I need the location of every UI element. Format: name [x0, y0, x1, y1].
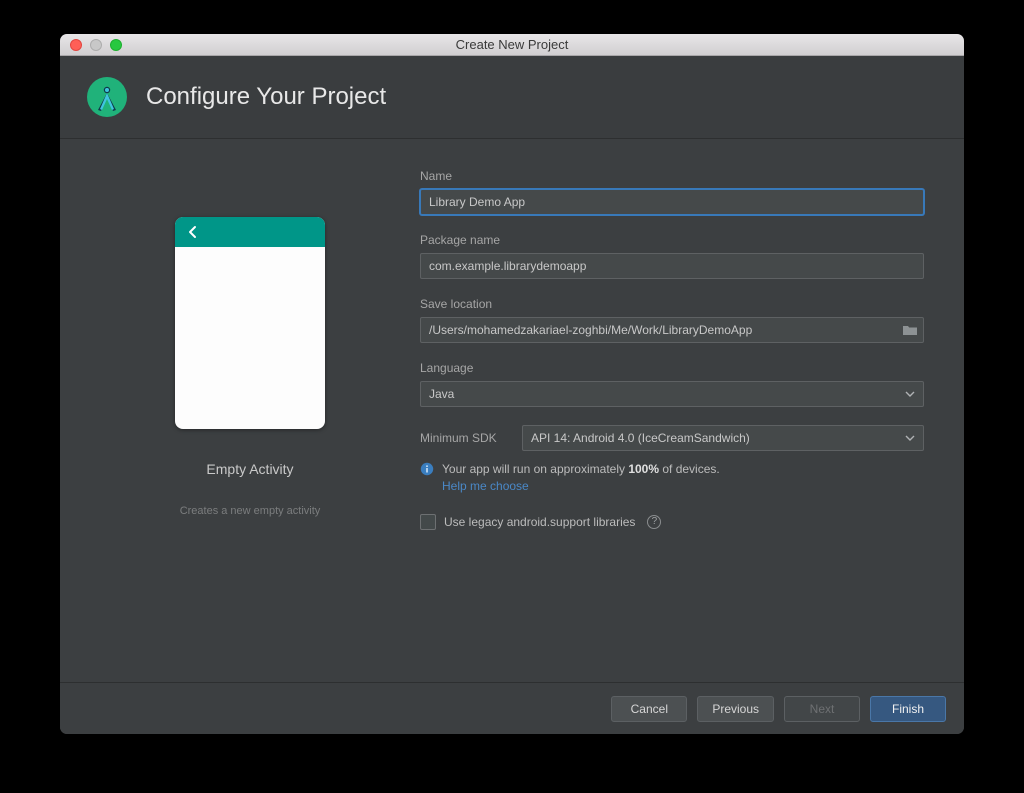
min-sdk-label: Minimum SDK: [420, 431, 510, 445]
legacy-checkbox[interactable]: [420, 514, 436, 530]
browse-folder-button[interactable]: [900, 321, 920, 339]
chevron-down-icon: [905, 435, 915, 441]
page-title: Configure Your Project: [146, 83, 386, 111]
location-label: Save location: [420, 297, 924, 311]
name-input[interactable]: [420, 189, 924, 215]
min-sdk-value: API 14: Android 4.0 (IceCreamSandwich): [531, 431, 750, 445]
legacy-help-icon[interactable]: ?: [647, 515, 661, 529]
package-label: Package name: [420, 233, 924, 247]
close-window-button[interactable]: [70, 39, 82, 51]
titlebar: Create New Project: [60, 34, 964, 56]
field-location: Save location: [420, 297, 924, 343]
field-legacy: Use legacy android.support libraries ?: [420, 514, 924, 530]
folder-icon: [902, 323, 918, 337]
help-me-choose-link[interactable]: Help me choose: [442, 479, 529, 493]
info-prefix: Your app will run on approximately: [442, 462, 628, 476]
dialog-body: Empty Activity Creates a new empty activ…: [60, 139, 964, 682]
min-sdk-select[interactable]: API 14: Android 4.0 (IceCreamSandwich): [522, 425, 924, 451]
form-column: Name Package name Save location: [420, 169, 924, 672]
android-studio-logo-icon: [86, 76, 128, 118]
back-arrow-icon: [185, 224, 201, 240]
language-select[interactable]: Java: [420, 381, 924, 407]
location-input[interactable]: [420, 317, 924, 343]
previous-button[interactable]: Previous: [697, 696, 774, 722]
legacy-label: Use legacy android.support libraries: [444, 515, 635, 529]
min-sdk-info: Your app will run on approximately 100% …: [420, 461, 924, 496]
name-label: Name: [420, 169, 924, 183]
dialog-footer: Cancel Previous Next Finish: [60, 682, 964, 734]
field-name: Name: [420, 169, 924, 215]
next-button: Next: [784, 696, 860, 722]
finish-button[interactable]: Finish: [870, 696, 946, 722]
language-label: Language: [420, 361, 924, 375]
chevron-down-icon: [905, 391, 915, 397]
info-suffix: of devices.: [659, 462, 720, 476]
dialog-window: Create New Project Configure Your Projec…: [60, 34, 964, 734]
package-input[interactable]: [420, 253, 924, 279]
cancel-button[interactable]: Cancel: [611, 696, 687, 722]
info-icon: [420, 462, 434, 479]
zoom-window-button[interactable]: [110, 39, 122, 51]
template-description: Creates a new empty activity: [180, 505, 321, 517]
template-preview: [175, 217, 325, 429]
language-value: Java: [429, 387, 454, 401]
traffic-lights: [60, 39, 122, 51]
window-title: Create New Project: [60, 37, 964, 52]
template-name: Empty Activity: [206, 461, 293, 477]
minimize-window-button[interactable]: [90, 39, 102, 51]
field-min-sdk: Minimum SDK API 14: Android 4.0 (IceCrea…: [420, 425, 924, 451]
template-preview-column: Empty Activity Creates a new empty activ…: [100, 169, 400, 672]
field-language: Language Java: [420, 361, 924, 407]
dialog-header: Configure Your Project: [60, 56, 964, 139]
preview-appbar: [175, 217, 325, 247]
field-package: Package name: [420, 233, 924, 279]
info-percent: 100%: [628, 462, 659, 476]
